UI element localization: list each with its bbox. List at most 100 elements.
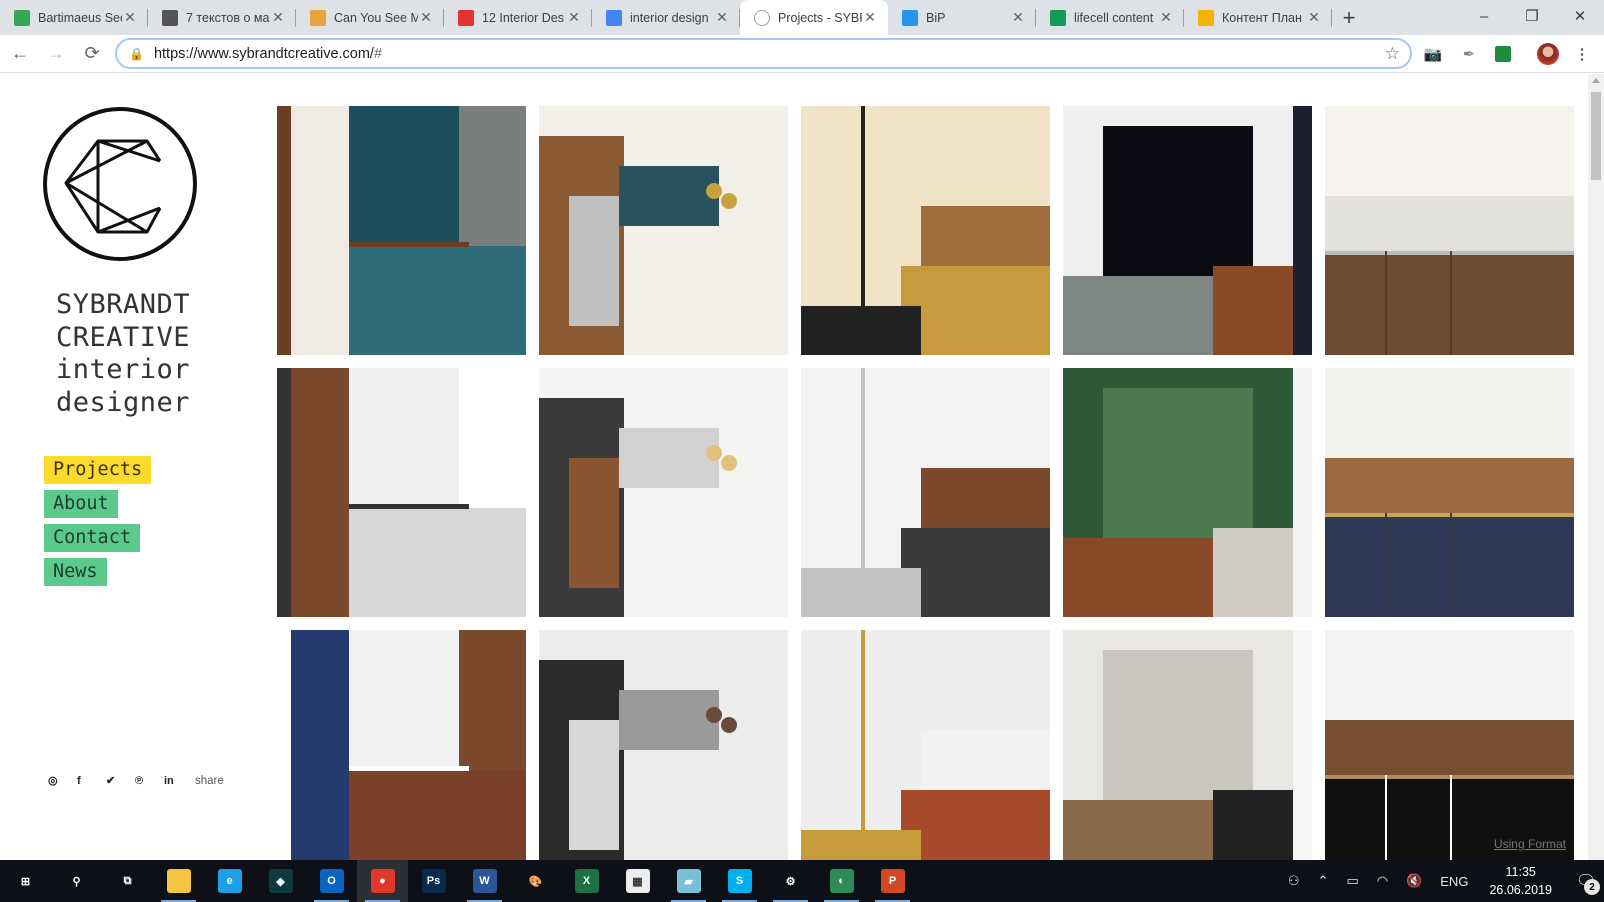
browser-tab[interactable]: BiP ✕ — [888, 0, 1036, 35]
bookmark-star-icon[interactable]: ☆ — [1385, 44, 1400, 64]
taskbar-word[interactable]: W — [459, 860, 510, 902]
taskbar-file-explorer[interactable] — [153, 860, 204, 902]
facebook-icon[interactable]: f — [77, 775, 106, 787]
taskbar-photoshop[interactable]: Ps — [408, 860, 459, 902]
url-text[interactable]: https://www.sybrandtcreative.com/# — [154, 46, 1385, 62]
browser-tab[interactable]: 12 Interior Des ✕ — [444, 0, 592, 35]
profile-avatar[interactable] — [1534, 40, 1562, 68]
project-tile-gold-line-staircase[interactable] — [801, 106, 1050, 355]
pinterest-icon[interactable]: ℗ — [135, 775, 164, 787]
minimize-button[interactable]: – — [1460, 0, 1508, 32]
bip-icon — [902, 9, 918, 26]
taskbar-start[interactable]: ⊞ — [0, 860, 51, 902]
tab-title: Projects - SYBR — [778, 10, 862, 25]
project-tile-bright-kitchen-island[interactable] — [1063, 630, 1312, 860]
people-icon[interactable]: ⚇ — [1288, 873, 1300, 889]
google-sheets-icon — [1050, 9, 1066, 26]
tab-close-icon[interactable]: ✕ — [270, 9, 286, 26]
tab-title: Can You See M — [334, 10, 418, 25]
tab-close-icon[interactable]: ✕ — [1010, 9, 1026, 26]
project-tile-white-oven-kitchen[interactable] — [1325, 368, 1574, 617]
scrollbar-thumb[interactable] — [1591, 92, 1601, 180]
google-docs-icon — [606, 9, 622, 26]
project-tile-tv-marble-fireplace[interactable] — [1063, 106, 1312, 355]
volume-muted-icon[interactable]: 🔇 — [1406, 873, 1422, 889]
restore-button[interactable]: ❐ — [1508, 0, 1556, 32]
reload-button[interactable]: ⟳ — [76, 38, 108, 70]
battery-icon[interactable]: ▭ — [1346, 873, 1358, 889]
nav-about[interactable]: About — [44, 490, 118, 518]
project-tile-stool-closeup-kitchen[interactable] — [801, 368, 1050, 617]
project-tile-island-stools-pendants[interactable] — [539, 368, 788, 617]
outlook-icon: O — [319, 869, 344, 893]
language-indicator[interactable]: ENG — [1440, 874, 1468, 889]
tab-close-icon[interactable]: ✕ — [122, 9, 138, 26]
project-tile-walnut-kitchen-pendants[interactable] — [539, 106, 788, 355]
browser-tab[interactable]: Projects - SYBR ✕ — [740, 0, 888, 35]
project-tile-globe-pendants-brick[interactable] — [801, 630, 1050, 860]
taskbar-search[interactable]: ⚲ — [51, 860, 102, 902]
tab-close-icon[interactable]: ✕ — [1158, 9, 1174, 26]
page-scrollbar[interactable] — [1588, 74, 1604, 860]
browser-tab[interactable]: lifecell content ✕ — [1036, 0, 1184, 35]
sybrandt-logo[interactable] — [42, 106, 198, 262]
taskbar-notes[interactable]: ▰ — [663, 860, 714, 902]
browser-tab[interactable]: Контент План ✕ — [1184, 0, 1332, 35]
taskbar-task-view[interactable]: ⧉ — [102, 860, 153, 902]
taskbar-excel[interactable]: X — [561, 860, 612, 902]
tab-close-icon[interactable]: ✕ — [418, 9, 434, 26]
twitter-icon[interactable]: ✔ — [106, 774, 135, 787]
taskbar-chrome[interactable]: ● — [357, 860, 408, 902]
task-view-icon: ⧉ — [115, 869, 140, 893]
project-tile-navy-walnut-kitchen[interactable] — [277, 630, 526, 860]
nav-projects[interactable]: Projects — [44, 456, 152, 484]
tab-close-icon[interactable]: ✕ — [714, 9, 730, 26]
project-tile-white-walnut-kitchen[interactable] — [1325, 106, 1574, 355]
address-bar[interactable]: 🔒 https://www.sybrandtcreative.com/# ☆ — [115, 38, 1412, 69]
tab-close-icon[interactable]: ✕ — [566, 9, 582, 26]
eyedropper-extension-icon[interactable]: ✒ — [1455, 40, 1483, 68]
share-link[interactable]: share — [195, 775, 224, 787]
project-tile-walnut-shelves-tv[interactable] — [1325, 630, 1574, 860]
linkedin-icon[interactable]: in — [164, 775, 193, 787]
nav-news[interactable]: News — [44, 558, 107, 586]
nav-contact[interactable]: Contact — [44, 524, 140, 552]
back-button[interactable]: ← — [4, 38, 36, 70]
browser-tab[interactable]: interior design ✕ — [592, 0, 740, 35]
taskbar-app-blue[interactable]: ◈ — [255, 860, 306, 902]
taskbar-powerpoint[interactable]: P — [867, 860, 918, 902]
tray-chevron-icon[interactable]: ⌃ — [1318, 873, 1329, 889]
taskbar-network-app[interactable]: ◐ — [816, 860, 867, 902]
instagram-icon[interactable]: ◎ — [48, 774, 77, 787]
tab-close-icon[interactable]: ✕ — [862, 9, 878, 26]
camera-extension-icon[interactable]: 📷 — [1419, 40, 1447, 68]
taskbar-paint[interactable]: 🎨 — [510, 860, 561, 902]
taskbar-calculator[interactable]: ▦ — [612, 860, 663, 902]
page-hint-link[interactable]: Using Format — [1494, 837, 1566, 851]
new-tab-button[interactable]: + — [1332, 0, 1366, 35]
browser-menu-icon[interactable]: ⋮ — [1568, 40, 1596, 68]
project-image — [539, 106, 788, 355]
browser-tab[interactable]: Bartimaeus Sec ✕ — [0, 0, 148, 35]
green-extension-icon[interactable] — [1489, 40, 1517, 68]
taskbar-internet-explorer[interactable]: e — [204, 860, 255, 902]
forward-button[interactable]: → — [40, 38, 72, 70]
close-window-button[interactable]: ✕ — [1556, 0, 1604, 32]
brand-name: SYBRANDT CREATIVE interior designer — [56, 289, 190, 419]
project-tile-green-leaf-powder-room[interactable] — [1063, 368, 1312, 617]
browser-tab[interactable]: Can You See M ✕ — [296, 0, 444, 35]
scroll-up-arrow-icon[interactable] — [1592, 78, 1600, 83]
action-center-button[interactable]: 🗨 2 — [1568, 860, 1604, 902]
project-tile-floating-walnut-vanity[interactable] — [277, 368, 526, 617]
taskbar-skype[interactable]: S — [714, 860, 765, 902]
project-tile-teal-hex-tile-kitchen[interactable] — [277, 106, 526, 355]
clock[interactable]: 11:35 26.06.2019 — [1489, 863, 1552, 899]
wifi-icon[interactable]: ◠ — [1377, 873, 1388, 889]
tab-close-icon[interactable]: ✕ — [1306, 9, 1322, 26]
taskbar-outlook[interactable]: O — [306, 860, 357, 902]
project-tile-living-room-sofa[interactable] — [539, 630, 788, 860]
browser-tab[interactable]: 7 текстов о ма ✕ — [148, 0, 296, 35]
taskbar-settings[interactable]: ⚙ — [765, 860, 816, 902]
google-slides-icon — [1198, 9, 1214, 26]
browser-toolbar: ← → ⟳ 🔒 https://www.sybrandtcreative.com… — [0, 35, 1604, 73]
